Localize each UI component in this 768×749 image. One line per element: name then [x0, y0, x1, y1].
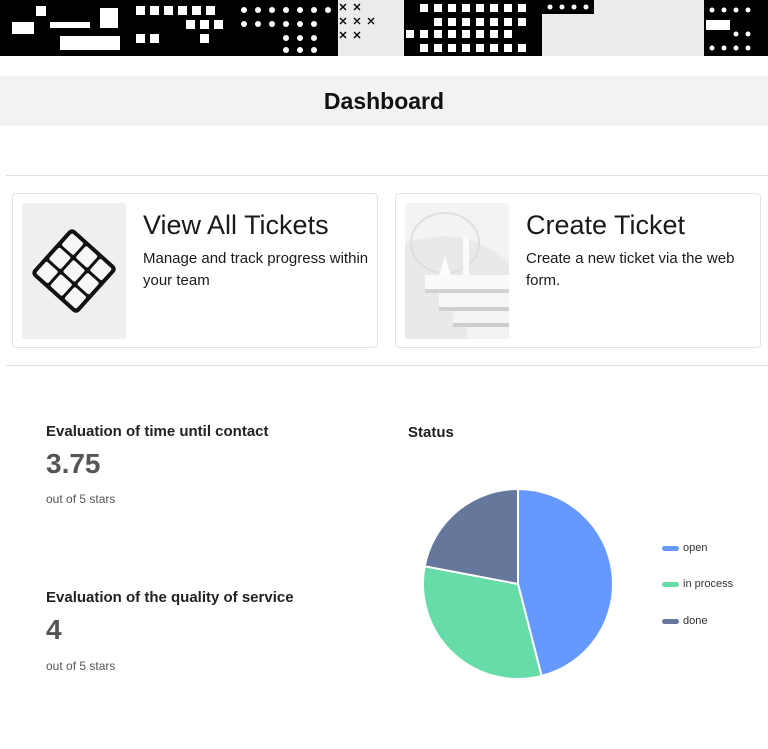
legend-swatch [662, 618, 679, 624]
legend-swatch [662, 581, 679, 587]
rating-unit: out of 5 stars [46, 659, 116, 673]
divider [6, 365, 768, 366]
rating-label-contact-time: Evaluation of time until contact [46, 423, 269, 440]
rating-label-service-quality: Evaluation of the quality of service [46, 589, 294, 606]
card-title: Create Ticket [526, 210, 686, 240]
rating-unit: out of 5 stars [46, 492, 116, 506]
page-header: Dashboard [0, 76, 768, 126]
legend-label: done [683, 615, 708, 627]
page-title: Dashboard [323, 87, 445, 114]
stairs-image [405, 203, 509, 339]
legend-label: open [683, 542, 708, 554]
legend-label: in process [683, 578, 734, 590]
card-title: View All Tickets [143, 210, 329, 240]
create-ticket-card[interactable]: Create Ticket Create a new ticket via th… [395, 193, 761, 348]
view-all-tickets-card[interactable]: View All Tickets Manage and track progre… [12, 193, 378, 348]
header-banner-image [0, 0, 768, 56]
legend-item-in-process[interactable]: in process [662, 578, 733, 590]
legend-item-done[interactable]: done [662, 615, 707, 627]
rating-value-contact-time: 3.75 [46, 448, 101, 479]
rubiks-cube-image [22, 203, 126, 339]
legend-item-open[interactable]: open [662, 542, 707, 554]
card-description: Manage and track progress within your te… [143, 250, 369, 289]
divider [6, 175, 768, 176]
status-pie-chart [422, 487, 614, 680]
pie-slice-done[interactable] [423, 487, 519, 586]
rating-value-service-quality: 4 [46, 614, 62, 645]
banner-pattern [0, 0, 768, 56]
card-description: Create a new ticket via the web form. [526, 250, 735, 289]
status-chart-title: Status [408, 424, 454, 441]
legend-swatch [662, 545, 679, 551]
